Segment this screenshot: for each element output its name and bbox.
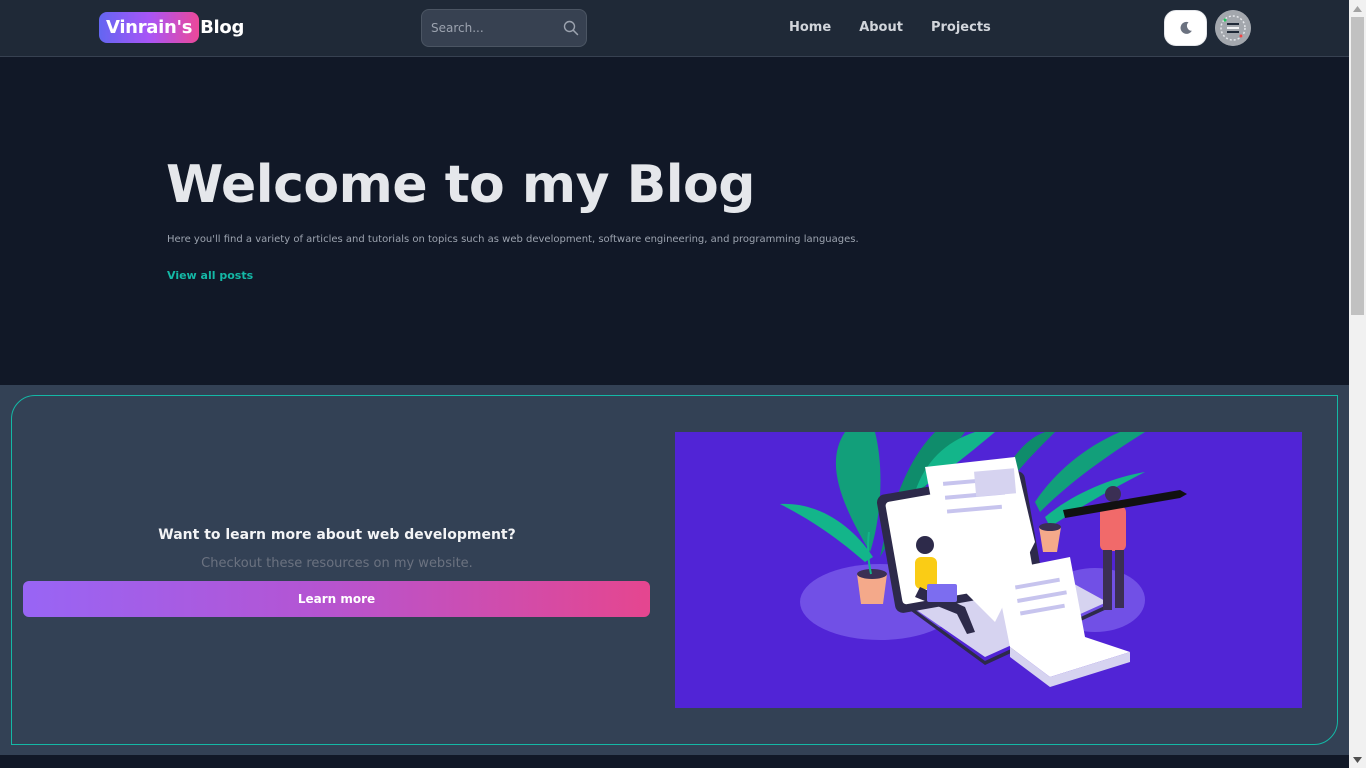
search-icon[interactable] <box>563 20 579 36</box>
search-box <box>421 9 587 47</box>
brand-highlight: Vinrain's <box>99 12 200 43</box>
promo-subtitle: Checkout these resources on my website. <box>201 556 473 571</box>
vertical-scrollbar[interactable] <box>1349 0 1366 768</box>
theme-toggle-button[interactable] <box>1164 10 1207 46</box>
main-nav: Home About Projects <box>789 19 1019 37</box>
hero-section: Welcome to my Blog Here you'll find a va… <box>0 57 1349 385</box>
nav-projects[interactable]: Projects <box>931 19 991 37</box>
illustration-art <box>780 432 1187 687</box>
nav-about[interactable]: About <box>859 19 903 37</box>
scroll-up-arrow-icon[interactable] <box>1349 0 1366 17</box>
brand-suffix: Blog <box>200 17 245 38</box>
brand-logo[interactable]: Vinrain's Blog <box>99 12 244 43</box>
page-bottom <box>0 755 1349 768</box>
promo-card: Want to learn more about web development… <box>11 395 1338 745</box>
avatar[interactable] <box>1215 10 1251 46</box>
learn-more-button[interactable]: Learn more <box>23 581 650 617</box>
view-all-posts-link[interactable]: View all posts <box>167 269 253 282</box>
avatar-image <box>1215 10 1251 46</box>
nav-home[interactable]: Home <box>789 19 831 37</box>
promo-section: Want to learn more about web development… <box>0 385 1349 755</box>
hero-description: Here you'll find a variety of articles a… <box>167 234 859 245</box>
site-header: Vinrain's Blog Home About Projects <box>0 0 1349 57</box>
web-development-illustration <box>675 432 1302 708</box>
moon-icon <box>1180 21 1192 34</box>
promo-question: Want to learn more about web development… <box>158 527 516 543</box>
scrollbar-thumb[interactable] <box>1351 17 1364 315</box>
search-input[interactable] <box>422 10 562 46</box>
hero-title: Welcome to my Blog <box>166 155 755 215</box>
scroll-down-arrow-icon[interactable] <box>1349 751 1366 768</box>
